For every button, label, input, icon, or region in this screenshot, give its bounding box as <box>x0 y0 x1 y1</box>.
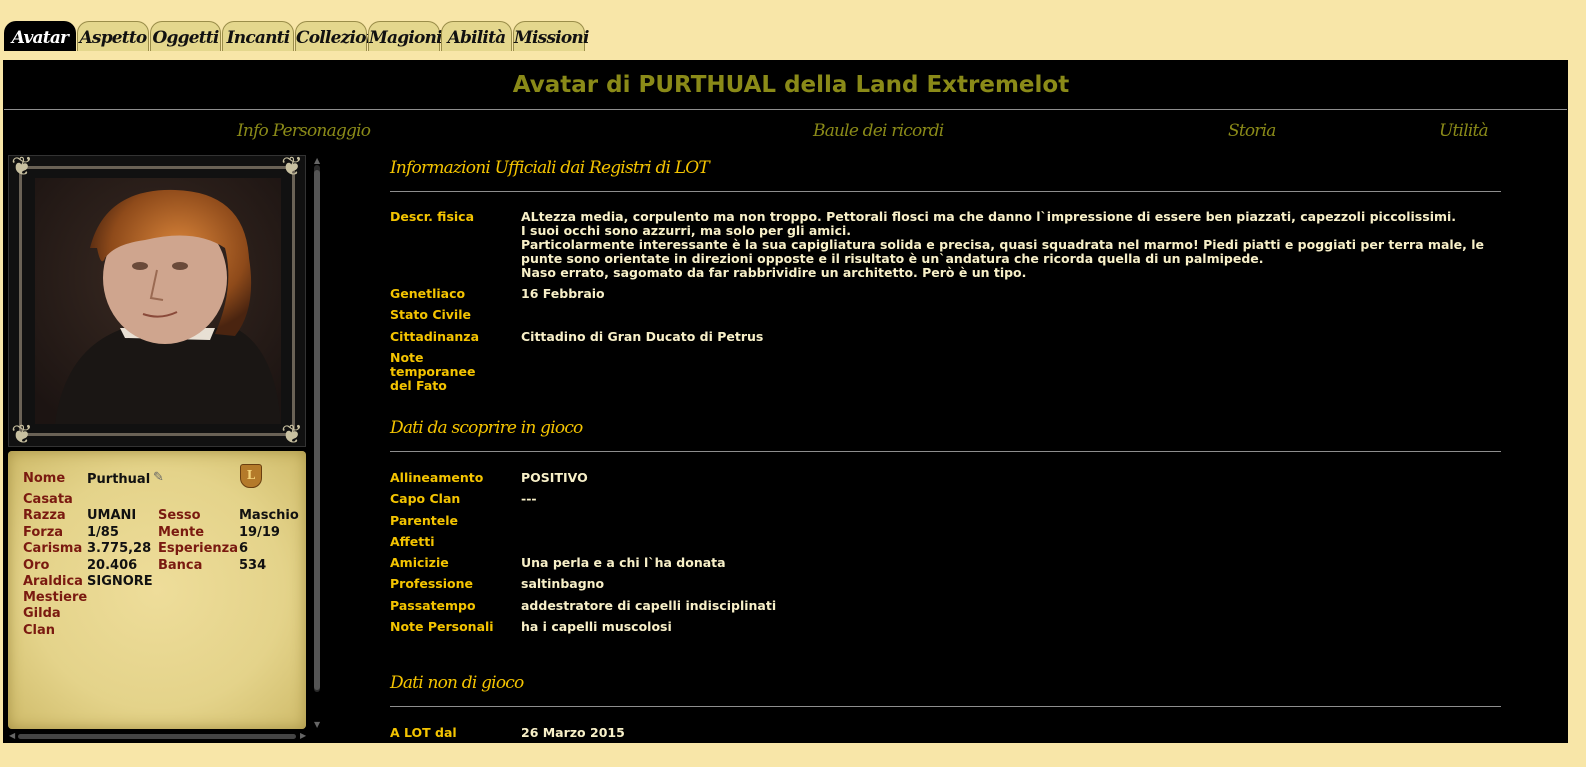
label-esperienza: Esperienza <box>158 541 239 556</box>
value-descr-fisica: ALtezza media, corpulento ma non troppo.… <box>521 209 1485 280</box>
label-forza: Forza <box>23 525 64 540</box>
label-mestiere: Mestiere <box>23 590 88 605</box>
value-mente: 19/19 <box>239 525 280 540</box>
label-banca: Banca <box>158 558 203 573</box>
tab-oggetti[interactable]: Oggetti <box>150 21 221 51</box>
tab-incanti[interactable]: Incanti <box>222 21 294 51</box>
value-sesso: Maschio <box>239 508 299 523</box>
scroll-right-icon[interactable]: ▶ <box>300 731 306 740</box>
value-banca: 534 <box>239 558 267 573</box>
label-capo-clan: Capo Clan <box>390 491 461 506</box>
nav-storia[interactable]: Storia <box>1228 121 1276 141</box>
tab-bar: Avatar Aspetto Oggetti Incanti Collezion… <box>4 21 589 51</box>
frame-corner-ornament: ❦ <box>281 152 303 182</box>
section-divider <box>390 191 1501 192</box>
heraldry-shield-icon[interactable]: L <box>240 464 262 488</box>
section-divider <box>390 706 1501 707</box>
label-araldica: Araldica <box>23 574 83 589</box>
label-allineamento: Allineamento <box>390 470 484 485</box>
label-parentele: Parentele <box>390 513 459 528</box>
scroll-left-icon[interactable]: ◀ <box>9 731 15 740</box>
tab-magioni[interactable]: Magioni <box>368 21 443 51</box>
label-nome: Nome <box>23 471 66 486</box>
frame-corner-ornament: ❦ <box>281 420 303 450</box>
label-amicizie: Amicizie <box>390 555 449 570</box>
nav-utilita[interactable]: Utilità <box>1439 121 1489 141</box>
section-title-ufficiali: Informazioni Ufficiali dai Registri di L… <box>390 158 710 178</box>
tab-missioni[interactable]: Missioni <box>513 21 589 51</box>
scroll-down-icon[interactable]: ▼ <box>314 720 320 729</box>
tab-aspetto[interactable]: Aspetto <box>77 21 149 51</box>
nav-baule-ricordi[interactable]: Baule dei ricordi <box>813 121 944 141</box>
value-allineamento: POSITIVO <box>521 470 588 485</box>
value-esperienza: 6 <box>239 541 249 556</box>
label-stato-civile: Stato Civile <box>390 307 471 322</box>
value-note-personali: ha i capelli muscolosi <box>521 619 672 634</box>
avatar-portrait <box>35 178 281 424</box>
label-affetti: Affetti <box>390 534 435 549</box>
value-razza: UMANI <box>87 508 137 523</box>
value-araldica: SIGNORE <box>87 574 153 589</box>
label-note-temporanee: Note temporanee del Fato <box>390 350 476 393</box>
label-mente: Mente <box>158 525 205 540</box>
value-genetliaco: 16 Febbraio <box>521 286 605 301</box>
label-carisma: Carisma <box>23 541 83 556</box>
value-nome: Purthual <box>87 472 151 487</box>
value-capo-clan: --- <box>521 491 537 506</box>
value-professione: saltinbagno <box>521 576 605 591</box>
scrollbar-thumb[interactable] <box>314 170 320 690</box>
tab-collezioni[interactable]: Collezioni <box>295 21 384 51</box>
value-cittadinanza: Cittadino di Gran Ducato di Petrus <box>521 329 764 344</box>
value-carisma: 3.775,28 <box>87 541 152 556</box>
label-sesso: Sesso <box>158 508 201 523</box>
label-passatempo: Passatempo <box>390 598 476 613</box>
label-casata: Casata <box>23 492 73 507</box>
label-oro: Oro <box>23 558 50 573</box>
tab-avatar[interactable]: Avatar <box>4 21 76 51</box>
value-oro: 20.406 <box>87 558 138 573</box>
nav-info-personaggio[interactable]: Info Personaggio <box>237 121 371 141</box>
title-divider <box>4 109 1567 110</box>
frame-corner-ornament: ❦ <box>11 420 33 450</box>
label-clan: Clan <box>23 623 56 638</box>
value-amicizie: Una perla e a chi l`ha donata <box>521 555 726 570</box>
label-gilda: Gilda <box>23 606 61 621</box>
section-title-scoprire: Dati da scoprire in gioco <box>390 418 583 438</box>
page-title: Avatar di PURTHUAL della Land Extremelot <box>512 72 1070 98</box>
frame-corner-ornament: ❦ <box>11 152 33 182</box>
tab-abilita[interactable]: Abilità <box>441 21 512 51</box>
value-passatempo: addestratore di capelli indisciplinati <box>521 598 777 613</box>
label-professione: Professione <box>390 576 473 591</box>
section-title-non-gioco: Dati non di gioco <box>390 673 524 693</box>
label-lot-dal: A LOT dal <box>390 725 457 740</box>
header-strip <box>3 51 1568 60</box>
value-lot-dal: 26 Marzo 2015 <box>521 725 625 740</box>
label-descr-fisica: Descr. fisica <box>390 209 475 224</box>
label-note-personali: Note Personali <box>390 619 494 634</box>
scroll-up-icon[interactable]: ▲ <box>314 156 320 165</box>
section-divider <box>390 451 1501 452</box>
label-cittadinanza: Cittadinanza <box>390 329 480 344</box>
scrollbar-horizontal[interactable] <box>18 734 296 739</box>
pencil-icon[interactable]: ✎ <box>153 470 164 485</box>
label-genetliaco: Genetliaco <box>390 286 466 301</box>
value-forza: 1/85 <box>87 525 119 540</box>
label-razza: Razza <box>23 508 66 523</box>
